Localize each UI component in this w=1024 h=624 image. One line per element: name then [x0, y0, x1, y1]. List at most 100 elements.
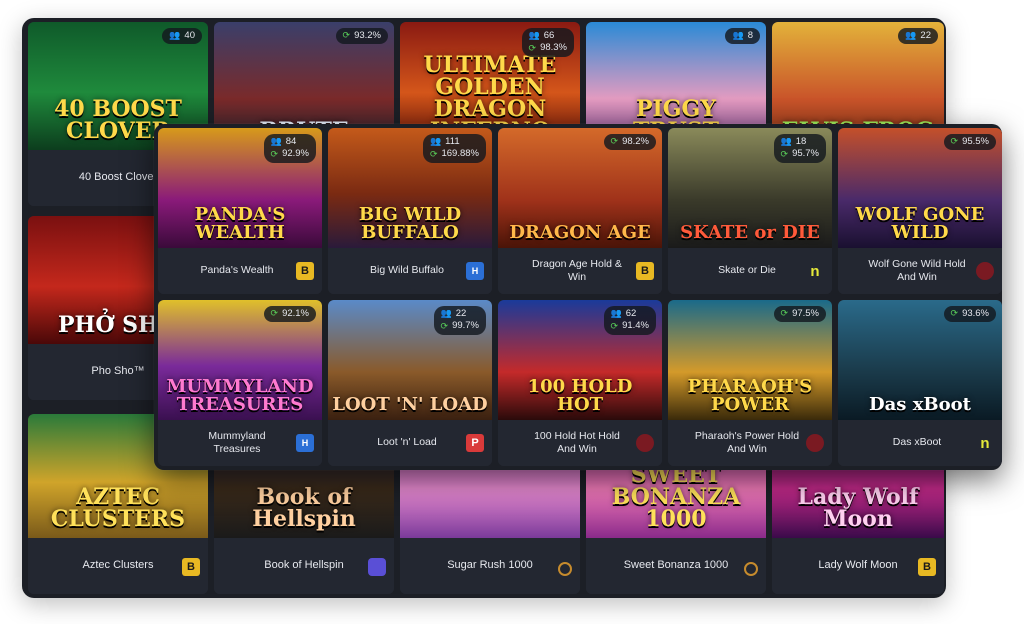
front-game-tile[interactable]: DRAGON AGE ⟳ 98.2% Dragon Age Hold & Win B: [498, 128, 662, 294]
players-icon: 👥: [528, 30, 540, 41]
rtp-value: 92.9%: [282, 148, 309, 160]
rtp-value: 93.2%: [354, 30, 381, 41]
players-value: 22: [920, 30, 931, 41]
rtp-value: 95.7%: [792, 148, 819, 160]
game-logo-art: SWEET BONANZA 1000: [611, 462, 741, 532]
rtp-icon: ⟳: [528, 42, 537, 53]
players-value: 18: [795, 136, 807, 147]
provider-logo-icon: [636, 434, 654, 452]
rtp-icon: ⟳: [950, 136, 959, 147]
stats-badge: 👥 22: [898, 28, 938, 45]
front-game-tile[interactable]: Das xBoot ⟳ 93.6% Das xBoot n: [838, 300, 1002, 466]
provider-logo-icon: [976, 262, 994, 280]
game-logo-art: PANDA'S WEALTH: [194, 204, 286, 243]
provider-logo-icon: n: [980, 434, 990, 452]
rtp-value-row: ⟳ 91.4%: [611, 320, 649, 332]
front-game-tile[interactable]: WOLF GONE WILD ⟳ 95.5% Wolf Gone Wild Hold …: [838, 128, 1002, 294]
front-game-tile[interactable]: SKATE or DIE 👥 18 ⟳ 95.7% Skate or Die n: [668, 128, 832, 294]
players-icon: 👥: [732, 30, 744, 41]
game-thumbnail[interactable]: BIG WILD BUFFALO 👥 111 ⟳ 169.88%: [328, 128, 492, 248]
rtp-icon: ⟳: [950, 308, 959, 319]
provider-logo-icon: [806, 434, 824, 452]
game-thumbnail[interactable]: DRAGON AGE ⟳ 98.2%: [498, 128, 662, 248]
provider-logo-icon: B: [182, 558, 200, 576]
game-logo-art: BIG WILD BUFFALO: [358, 204, 462, 243]
rtp-value-row: ⟳ 93.2%: [342, 30, 381, 41]
players-value: 40: [184, 30, 195, 41]
rtp-icon: ⟳: [780, 308, 789, 319]
players-count: 👥 18: [780, 136, 819, 147]
players-icon: 👥: [440, 308, 452, 319]
game-logo-art: LOOT 'N' LOAD: [332, 394, 488, 415]
rtp-value-row: ⟳ 92.9%: [270, 148, 309, 160]
game-logo-art: PHARAOH'S POWER: [687, 376, 813, 415]
rtp-value: 91.4%: [622, 320, 649, 332]
rtp-icon: ⟳: [610, 136, 619, 147]
front-game-tile[interactable]: MUMMYLAND TREASURES ⟳ 92.1% Mummyland Treas…: [158, 300, 322, 466]
front-game-tile[interactable]: PANDA'S WEALTH 👥 84 ⟳ 92.9% Panda's Wealth B: [158, 128, 322, 294]
players-value: 62: [625, 308, 637, 319]
players-value: 8: [747, 30, 753, 41]
rtp-value-row: ⟳ 99.7%: [441, 320, 479, 331]
rtp-value-row: ⟳ 98.2%: [610, 136, 649, 147]
rtp-value: 92.1%: [282, 308, 309, 319]
stats-badge: 👥 8: [725, 28, 760, 45]
rtp-value-row: ⟳ 95.7%: [780, 148, 819, 160]
rtp-value: 95.5%: [962, 136, 989, 147]
game-thumbnail[interactable]: LOOT 'N' LOAD 👥 22 ⟳ 99.7%: [328, 300, 492, 420]
rtp-value-row: ⟳ 98.3%: [528, 42, 567, 54]
provider-logo-icon: P: [466, 434, 484, 452]
players-count: 👥 22: [905, 30, 931, 41]
game-thumbnail[interactable]: WOLF GONE WILD ⟳ 95.5%: [838, 128, 1002, 248]
players-value: 111: [445, 136, 460, 147]
game-title[interactable]: Aztec Clusters: [28, 538, 208, 594]
game-thumbnail[interactable]: MUMMYLAND TREASURES ⟳ 92.1%: [158, 300, 322, 420]
game-logo-art: AZTEC CLUSTERS: [50, 484, 186, 532]
stats-badge: 👥 40: [162, 28, 202, 45]
rtp-icon: ⟳: [270, 148, 279, 159]
front-game-tile[interactable]: BIG WILD BUFFALO 👥 111 ⟳ 169.88% Big Wild Buf…: [328, 128, 492, 294]
front-game-tile[interactable]: 100 HOLD HOT 👥 62 ⟳ 91.4% 100 Hold Hot Hold A…: [498, 300, 662, 466]
provider-logo-icon: [368, 558, 386, 576]
game-thumbnail[interactable]: SKATE or DIE 👥 18 ⟳ 95.7%: [668, 128, 832, 248]
front-game-tile[interactable]: LOOT 'N' LOAD 👥 22 ⟳ 99.7% Loot 'n' Load P: [328, 300, 492, 466]
players-icon: 👥: [270, 136, 282, 147]
rtp-value: 98.3%: [540, 42, 567, 54]
game-thumbnail[interactable]: 100 HOLD HOT 👥 62 ⟳ 91.4%: [498, 300, 662, 420]
players-icon: 👥: [610, 308, 622, 319]
game-title[interactable]: Sugar Rush 1000: [400, 538, 580, 594]
game-thumbnail[interactable]: Das xBoot ⟳ 93.6%: [838, 300, 1002, 420]
players-count: 👥 40: [169, 30, 195, 41]
rtp-value-row: ⟳ 169.88%: [429, 148, 479, 159]
stats-badge: ⟳ 97.5%: [773, 306, 826, 323]
game-thumbnail[interactable]: PHARAOH'S POWER ⟳ 97.5%: [668, 300, 832, 420]
stats-badge: ⟳ 98.2%: [603, 134, 656, 151]
players-icon: 👥: [780, 136, 792, 147]
game-title[interactable]: Book of Hellspin: [214, 538, 394, 594]
rtp-value-row: ⟳ 97.5%: [780, 308, 819, 319]
stats-badge: 👥 62 ⟳ 91.4%: [603, 306, 656, 335]
rtp-value-row: ⟳ 93.6%: [950, 308, 989, 319]
provider-logo-icon: [558, 562, 572, 576]
players-count: 👥 84: [270, 136, 309, 147]
provider-logo-icon: [744, 562, 758, 576]
players-icon: 👥: [169, 30, 181, 41]
front-game-tile[interactable]: PHARAOH'S POWER ⟳ 97.5% Pharaoh's Power Hol…: [668, 300, 832, 466]
rtp-icon: ⟳: [429, 148, 438, 159]
stats-badge: 👥 18 ⟳ 95.7%: [773, 134, 826, 163]
stats-badge: 👥 111 ⟳ 169.88%: [422, 134, 486, 163]
stats-badge: ⟳ 93.6%: [943, 306, 996, 323]
players-count: 👥 62: [610, 308, 649, 319]
provider-logo-icon: H: [296, 434, 314, 452]
game-title[interactable]: Sweet Bonanza 1000: [586, 538, 766, 594]
rtp-value: 98.2%: [622, 136, 649, 147]
players-count: 👥 22: [440, 308, 479, 319]
game-logo-art: Book of Hellspin: [252, 484, 356, 532]
game-lobby-stage: 40 BOOST CLOVER👥4040 Boost CloverBRUTE⟳9…: [0, 0, 1024, 624]
game-thumbnail[interactable]: PANDA'S WEALTH 👥 84 ⟳ 92.9%: [158, 128, 322, 248]
rtp-icon: ⟳: [342, 30, 351, 41]
rtp-icon: ⟳: [780, 148, 789, 159]
stats-badge: 👥 66 ⟳ 98.3%: [521, 28, 574, 57]
players-count: 👥 66: [528, 30, 567, 41]
rtp-value: 97.5%: [792, 308, 819, 319]
